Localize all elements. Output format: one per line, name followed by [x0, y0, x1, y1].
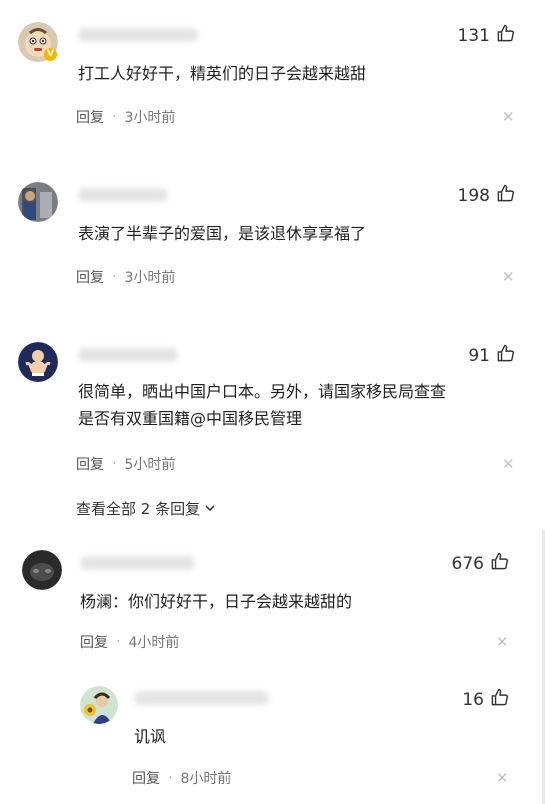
reply-button[interactable]: 回复	[76, 267, 104, 287]
like-count: 131	[457, 26, 490, 46]
username-blurred	[78, 348, 178, 362]
like-count-group[interactable]: 16	[462, 688, 509, 712]
comment-time: 3小时前	[124, 270, 176, 286]
comment-item: V 131 打工人好好干，精英们的日子会越来越甜 回复 · 3小时前 ✕	[0, 0, 545, 150]
thumbs-up-icon[interactable]	[496, 344, 515, 368]
comment-meta: 回复 · 3小时前	[76, 107, 175, 127]
username-blurred	[78, 188, 168, 202]
thumbs-up-icon[interactable]	[496, 184, 515, 208]
separator-dot: ·	[112, 456, 117, 472]
comment-meta: 回复 · 3小时前	[76, 267, 175, 287]
comment-time: 4小时前	[128, 635, 180, 651]
close-icon[interactable]: ✕	[502, 270, 515, 285]
reply-button[interactable]: 回复	[132, 768, 160, 788]
comment-item: 676 杨澜：你们好好干，日子会越来越甜的 回复 · 4小时前 ✕	[0, 530, 545, 670]
comment-time: 5小时前	[124, 457, 176, 473]
like-count-group[interactable]: 131	[458, 24, 515, 48]
photo-avatar-icon[interactable]	[18, 182, 58, 222]
like-count: 16	[462, 690, 484, 710]
like-count: 676	[451, 554, 484, 574]
comment-meta: 回复 · 5小时前	[76, 454, 175, 474]
close-icon[interactable]: ✕	[502, 110, 515, 125]
reply-button[interactable]: 回复	[76, 107, 104, 127]
comment-text-line-2: 是否有双重国籍@中国移民管理	[78, 409, 303, 428]
like-count-group[interactable]: 676	[452, 552, 509, 576]
thumbs-up-icon[interactable]	[490, 552, 509, 576]
comment-meta: 回复 · 8小时前	[132, 768, 231, 788]
separator-dot: ·	[112, 109, 117, 125]
comment-text-line-1: 很简单，晒出中国户口本。另外，请国家移民局查查	[78, 382, 447, 401]
flower-avatar-icon[interactable]	[80, 686, 118, 724]
like-count-group[interactable]: 198	[458, 184, 515, 208]
comment-text: 讥讽	[134, 727, 167, 746]
username-blurred	[78, 28, 198, 42]
close-icon[interactable]: ✕	[496, 771, 509, 786]
like-count: 91	[468, 346, 490, 366]
comment-time: 8小时前	[180, 771, 232, 787]
comment-item: 91 很简单，晒出中国户口本。另外，请国家移民局查查 是否有双重国籍@中国移民管…	[0, 320, 545, 530]
reply-button[interactable]: 回复	[76, 454, 104, 474]
separator-dot: ·	[116, 634, 121, 650]
reply-item: 16 讥讽 回复 · 8小时前 ✕	[0, 670, 545, 804]
like-count: 198	[457, 186, 490, 206]
close-icon[interactable]: ✕	[502, 457, 515, 472]
close-icon[interactable]: ✕	[496, 635, 509, 650]
separator-dot: ·	[112, 269, 117, 285]
dark-avatar-icon[interactable]	[22, 550, 62, 590]
thumbs-up-icon[interactable]	[490, 688, 509, 712]
view-all-replies-button[interactable]: 查看全部 2 条回复	[76, 498, 216, 519]
comment-time: 3小时前	[124, 110, 176, 126]
like-count-group[interactable]: 91	[468, 344, 515, 368]
comment-text: 打工人好好干，精英们的日子会越来越甜	[78, 64, 367, 83]
comment-item: 198 表演了半辈子的爱国，是该退休享享福了 回复 · 3小时前 ✕	[0, 160, 545, 310]
comment-text: 杨澜：你们好好干，日子会越来越甜的	[80, 592, 353, 611]
comment-meta: 回复 · 4小时前	[80, 632, 179, 652]
view-all-replies-label: 查看全部 2 条回复	[76, 500, 201, 518]
username-blurred	[80, 556, 195, 570]
comment-text: 表演了半辈子的爱国，是该退休享享福了	[78, 224, 367, 243]
chevron-down-icon	[204, 500, 216, 518]
reply-button[interactable]: 回复	[80, 632, 108, 652]
verified-badge: V	[44, 48, 57, 61]
baby-avatar-icon[interactable]	[18, 342, 58, 382]
separator-dot: ·	[168, 770, 173, 786]
thumbs-up-icon[interactable]	[496, 24, 515, 48]
username-blurred	[134, 691, 269, 705]
